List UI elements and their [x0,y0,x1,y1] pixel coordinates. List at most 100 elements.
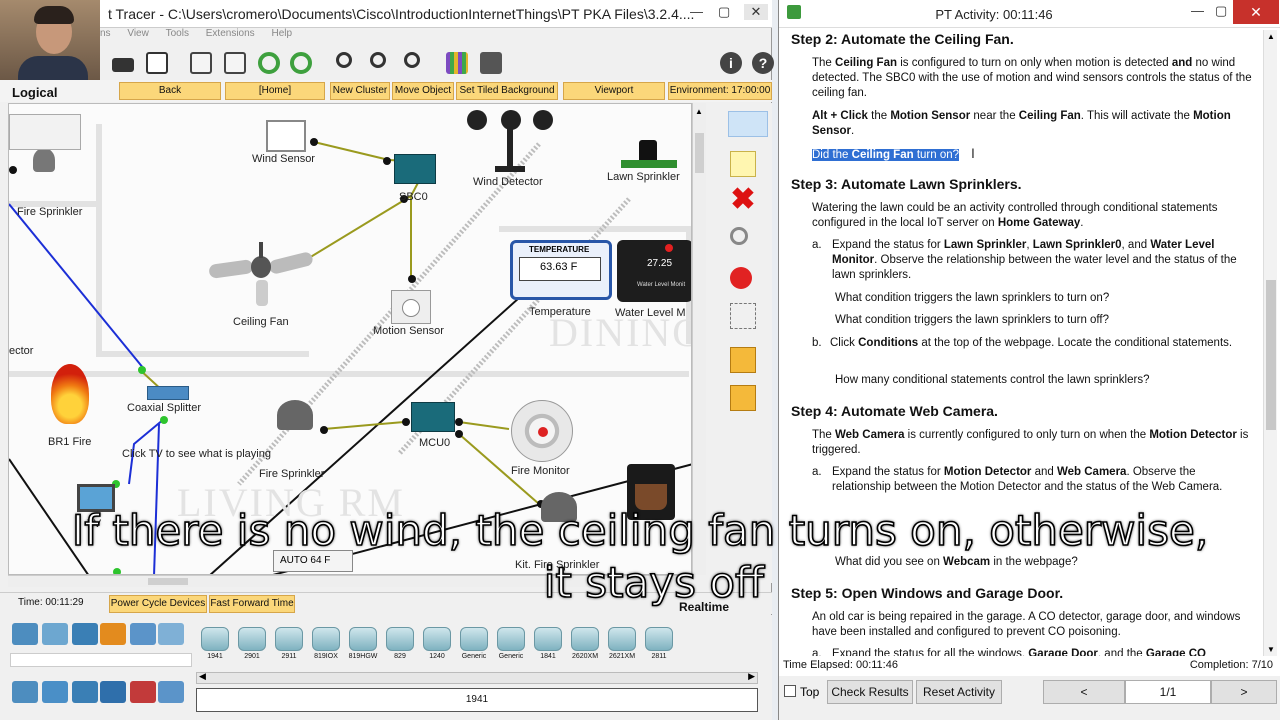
menu-extensions[interactable]: Extensions [206,28,255,39]
next-page-button[interactable]: > [1211,680,1277,704]
environment-button[interactable]: Environment: 17:00:00 [668,82,772,100]
coaxial-splitter-device[interactable] [147,386,189,400]
scroll-left-icon[interactable]: ◀ [199,671,206,682]
reset-activity-button[interactable]: Reset Activity [916,680,1002,704]
step3-item-a: a. Expand the status for Lawn Sprinkler, … [812,239,1237,281]
ceiling-fan-device[interactable] [208,242,315,312]
info-icon[interactable]: i [720,52,742,74]
temperature-value: 63.63 F [519,257,601,281]
draw-ellipse-tool-icon[interactable] [730,267,752,289]
device-model-819iox[interactable]: 819IOX [309,627,343,660]
device-model-2621xm[interactable]: 2621XM [605,627,639,660]
new-cluster-button[interactable]: New Cluster [330,82,390,100]
network-devices-category-icon[interactable] [12,623,38,645]
device-model-2901[interactable]: 2901 [235,627,269,660]
top-checkbox[interactable] [784,685,796,697]
security-subcategory-icon[interactable] [130,681,156,703]
fire-monitor-device[interactable] [511,400,573,462]
device-model-2911[interactable]: 2911 [272,627,306,660]
switches-subcategory-icon[interactable] [42,681,68,703]
device-list-scrollbar[interactable]: ◀ ▶ [196,671,758,684]
paste-icon[interactable] [224,52,246,74]
minimize-icon[interactable]: — [1191,3,1204,18]
br1-fire-device[interactable] [47,364,93,430]
close-icon[interactable]: ✕ [1233,0,1279,24]
fire-sprinkler-mid-device[interactable] [277,400,313,430]
undo-icon[interactable] [258,52,280,74]
zoom-reset-icon[interactable] [370,52,386,68]
maximize-icon[interactable]: ▢ [1215,3,1227,19]
wind-sensor-device[interactable] [266,120,306,152]
add-simple-pdu-icon[interactable] [730,347,756,373]
multiuser-category-icon[interactable] [158,623,184,645]
end-devices-category-icon[interactable] [42,623,68,645]
menu-help[interactable]: Help [271,28,292,39]
activity-wizard-icon[interactable] [146,52,168,74]
device-model-1941[interactable]: 1941 [198,627,232,660]
device-model-1841[interactable]: 1841 [531,627,565,660]
fire-sprinkler-device[interactable] [33,148,55,172]
menu-view[interactable]: View [127,28,149,39]
custom-device-icon[interactable] [480,52,502,74]
scroll-thumb[interactable] [1266,280,1276,430]
device-model-829[interactable]: 829 [383,627,417,660]
back-button[interactable]: Back [119,82,221,100]
completion-status: Completion: 7/10 [1189,659,1273,671]
device-model-819hgw[interactable]: 819HGW [346,627,380,660]
redo-icon[interactable] [290,52,312,74]
add-complex-pdu-icon[interactable] [730,385,756,411]
wind-detector-label: Wind Detector [473,176,543,188]
hubs-subcategory-icon[interactable] [72,681,98,703]
mcu0-device[interactable] [411,402,455,432]
previous-page-button[interactable]: < [1043,680,1125,704]
check-results-button[interactable]: Check Results [827,680,913,704]
wireless-subcategory-icon[interactable] [100,681,126,703]
temperature-monitor-device[interactable]: TEMPERATURE 63.63 F [510,240,612,300]
scroll-right-icon[interactable]: ▶ [748,671,755,682]
smoke-detector-device[interactable] [9,114,81,150]
help-icon[interactable]: ? [752,52,774,74]
zoom-in-icon[interactable] [336,52,352,68]
device-model-1240[interactable]: 1240 [420,627,454,660]
misc-category-icon[interactable] [130,623,156,645]
close-icon[interactable]: ✕ [744,4,768,20]
maximize-icon[interactable]: ▢ [718,4,730,20]
wan-emulation-subcategory-icon[interactable] [158,681,184,703]
scroll-down-icon[interactable]: ▼ [1267,645,1275,654]
water-level-monitor-device[interactable]: 27.25 Water Level Monit [617,240,691,302]
motion-sensor-device[interactable] [391,290,431,324]
scroll-thumb[interactable] [695,133,704,173]
print-icon[interactable] [112,58,134,72]
connections-category-icon[interactable] [100,623,126,645]
set-tiled-background-button[interactable]: Set Tiled Background [456,82,558,100]
resize-shape-tool-icon[interactable] [730,303,756,329]
minimize-icon[interactable]: — [690,4,703,19]
viewport-button[interactable]: Viewport [563,82,665,100]
routers-subcategory-icon[interactable] [12,681,38,703]
device-model-2620xm[interactable]: 2620XM [568,627,602,660]
menu-tools[interactable]: Tools [166,28,189,39]
scroll-up-icon[interactable]: ▲ [695,107,704,116]
inspect-tool-icon[interactable] [730,227,748,245]
wind-detector-device[interactable] [467,108,553,174]
select-tool-icon[interactable] [728,111,768,137]
lawn-sprinkler-device[interactable] [621,140,677,168]
device-model-generic-1[interactable]: Generic [457,627,491,660]
device-model-2811[interactable]: 2811 [642,627,676,660]
step2-question[interactable]: Did the Ceiling Fan turn on? I [812,146,1252,163]
move-object-button[interactable]: Move Object [392,82,454,100]
zoom-out-icon[interactable] [404,52,420,68]
delete-tool-icon[interactable]: ✖ [730,185,756,215]
device-model-generic-2[interactable]: Generic [494,627,528,660]
scroll-up-icon[interactable]: ▲ [1267,32,1275,41]
logical-workspace-label[interactable]: Logical [12,85,58,100]
copy-icon[interactable] [190,52,212,74]
coaxial-splitter-label: Coaxial Splitter [127,402,201,414]
menu-options[interactable]: ns [100,28,111,39]
palette-icon[interactable] [446,52,468,74]
sbc0-device[interactable] [394,154,436,184]
note-tool-icon[interactable] [730,151,756,177]
home-button[interactable]: [Home] [225,82,325,100]
screen: t Tracer - C:\Users\cromero\Documents\Ci… [0,0,1280,720]
components-category-icon[interactable] [72,623,98,645]
